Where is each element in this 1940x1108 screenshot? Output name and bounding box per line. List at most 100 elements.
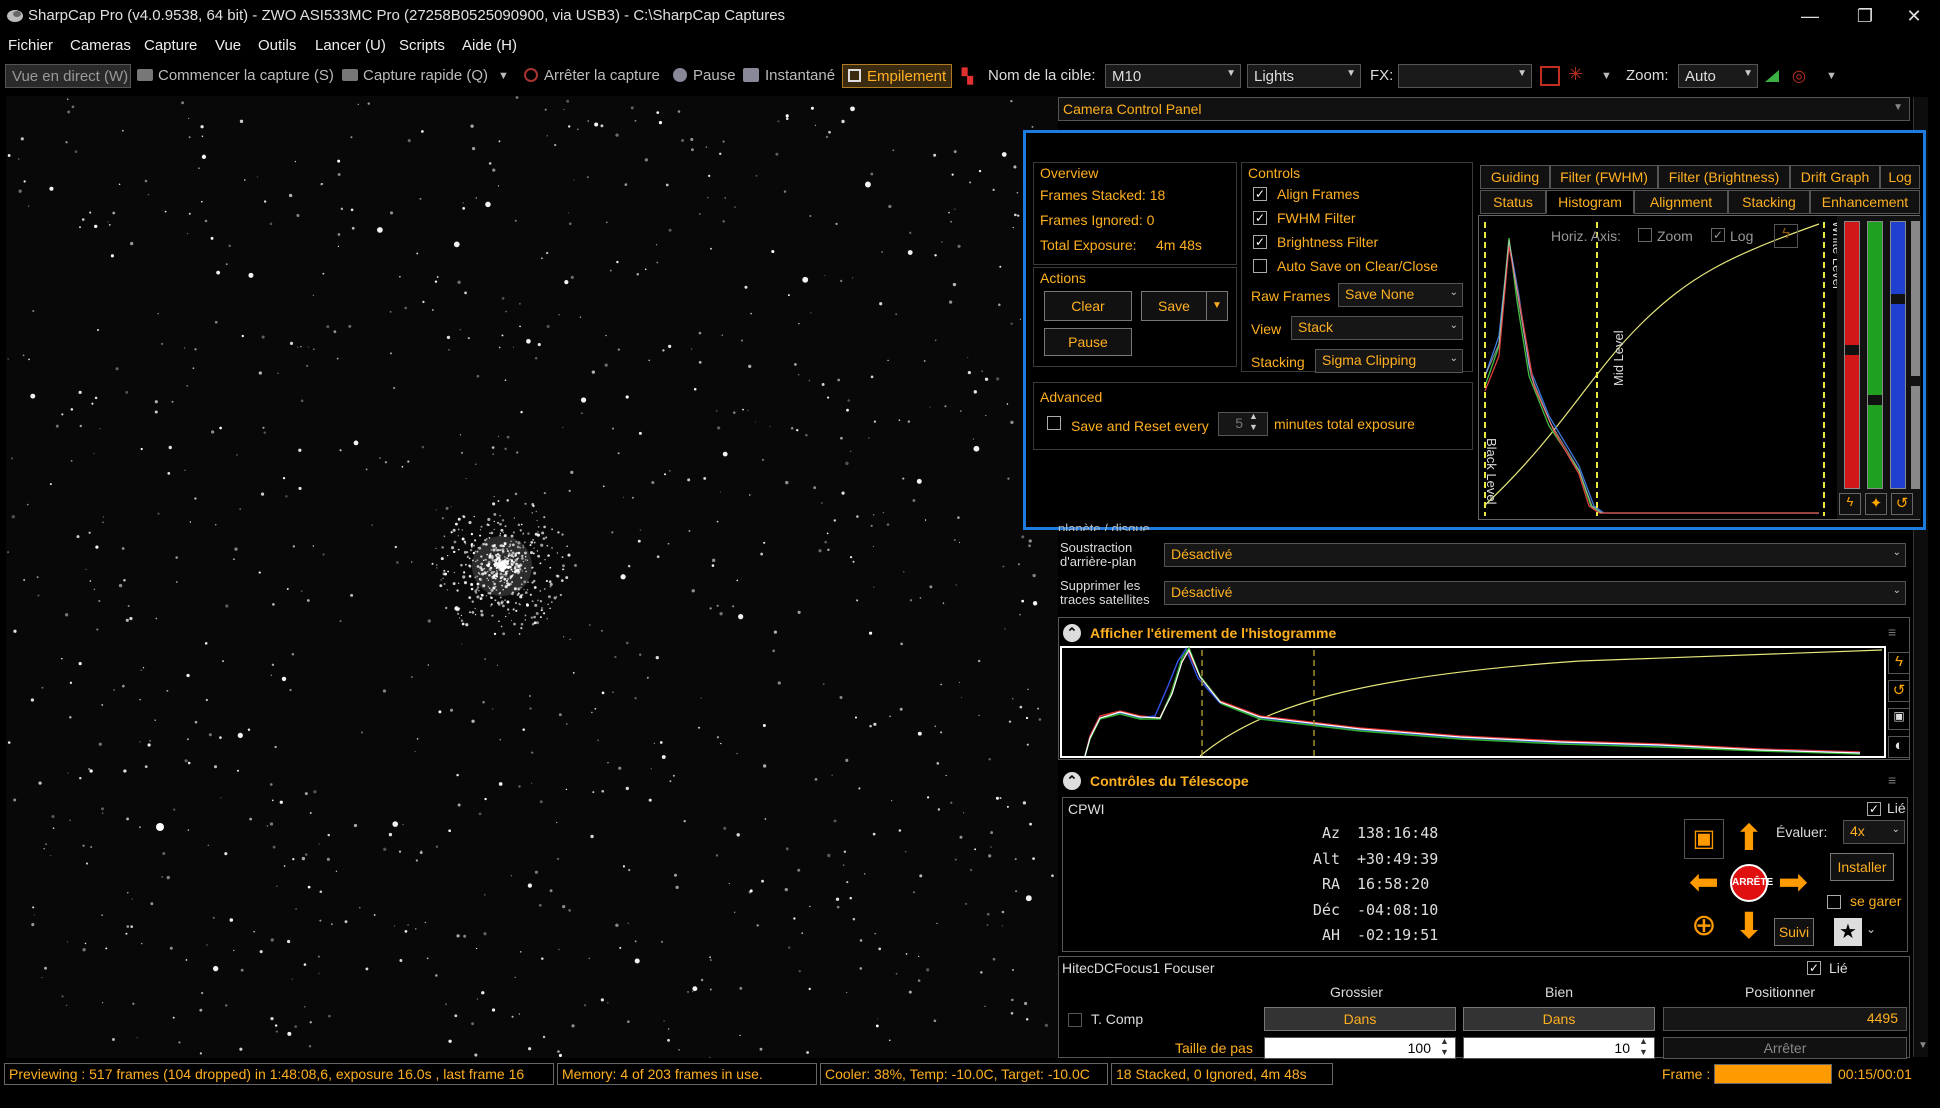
- crosshair-icon[interactable]: ✳: [1568, 64, 1583, 85]
- raw-frames-select[interactable]: Save None ⌄: [1338, 283, 1463, 307]
- rate-select[interactable]: 4x ⌄: [1843, 820, 1905, 844]
- save-dropdown-button[interactable]: ▼: [1206, 291, 1228, 321]
- tab-filter-fwhm[interactable]: Filter (FWHM): [1550, 165, 1658, 189]
- hist-zoom-checkbox[interactable]: [1638, 228, 1652, 242]
- bg-subtraction-select[interactable]: Désactivé ⌄: [1164, 543, 1906, 567]
- stack-histogram-panel[interactable]: Horiz. Axis: Zoom ✓ Log ϟ Black Level Mi…: [1478, 215, 1921, 520]
- coarse-step-spinner[interactable]: 100: [1264, 1037, 1456, 1059]
- chevron-down-icon[interactable]: ▼: [1826, 70, 1837, 82]
- position-input[interactable]: 4495: [1663, 1007, 1907, 1031]
- tab-enhancement[interactable]: Enhancement: [1810, 190, 1920, 214]
- fine-step-spinner[interactable]: 10: [1463, 1037, 1655, 1059]
- restore-button[interactable]: ❐: [1845, 4, 1885, 28]
- collapse-icon[interactable]: ⌃: [1063, 772, 1081, 790]
- align-frames-checkbox[interactable]: ✓: [1253, 187, 1267, 201]
- star-icon[interactable]: ★: [1834, 918, 1862, 946]
- focuser-stop-button[interactable]: Arrêter: [1663, 1037, 1907, 1059]
- scroll-down-icon[interactable]: ▼: [1918, 1040, 1928, 1051]
- frame-type-select[interactable]: Lights ▼: [1247, 64, 1361, 88]
- spinner-arrows-icon[interactable]: ▲ ▼: [1249, 411, 1258, 433]
- blue-level-slider[interactable]: [1890, 221, 1906, 489]
- tab-histogram[interactable]: Histogram: [1546, 190, 1634, 214]
- tab-stacking[interactable]: Stacking: [1728, 190, 1810, 214]
- close-button[interactable]: ✕: [1894, 4, 1934, 28]
- reset-icon[interactable]: ↺: [1891, 493, 1913, 515]
- fwhm-filter-checkbox[interactable]: ✓: [1253, 211, 1267, 225]
- menu-icon[interactable]: ≡: [1888, 772, 1896, 788]
- stacking-button[interactable]: Empilement: [842, 64, 952, 88]
- tab-log[interactable]: Log: [1880, 165, 1920, 189]
- sparkle-icon[interactable]: ✦: [1865, 493, 1887, 515]
- focuser-linked-checkbox[interactable]: ✓: [1807, 961, 1821, 975]
- chevron-down-icon[interactable]: ⌄: [1866, 922, 1876, 936]
- coarse-in-button[interactable]: Dans: [1264, 1007, 1456, 1031]
- tab-guiding[interactable]: Guiding: [1480, 165, 1550, 189]
- quick-capture-button[interactable]: Capture rapide (Q): [363, 67, 488, 84]
- move-north-button[interactable]: ⬆: [1729, 819, 1769, 859]
- stretch-reset-icon[interactable]: ↺: [1888, 680, 1910, 702]
- collapse-icon[interactable]: ⌃: [1063, 624, 1081, 642]
- save-reset-checkbox[interactable]: [1047, 416, 1061, 430]
- fx-select[interactable]: ▼: [1398, 64, 1532, 88]
- auto-level-icon[interactable]: ϟ: [1839, 493, 1861, 515]
- live-view-button[interactable]: Vue en direct (W): [5, 64, 131, 88]
- locate-target-icon[interactable]: ⊕: [1684, 907, 1724, 947]
- tab-status[interactable]: Status: [1480, 190, 1546, 214]
- auto-save-checkbox[interactable]: [1253, 259, 1267, 273]
- reticle-icon[interactable]: [1540, 66, 1560, 86]
- tcomp-checkbox[interactable]: [1068, 1013, 1082, 1027]
- menu-aide[interactable]: Aide (H): [462, 37, 517, 54]
- save-reset-spinner[interactable]: 5: [1218, 412, 1268, 436]
- stacking-mode-select[interactable]: Sigma Clipping ⌄: [1315, 349, 1463, 373]
- tab-drift-graph[interactable]: Drift Graph: [1790, 165, 1880, 189]
- spiral-search-icon[interactable]: ▣: [1684, 819, 1724, 859]
- camera-preview-image[interactable]: [6, 96, 1058, 1058]
- spinner-arrows-icon[interactable]: ▲ ▼: [1639, 1036, 1648, 1058]
- move-east-button[interactable]: ➡: [1773, 863, 1813, 903]
- tab-filter-brightness[interactable]: Filter (Brightness): [1658, 165, 1790, 189]
- menu-lancer[interactable]: Lancer (U): [315, 37, 386, 54]
- menu-scripts[interactable]: Scripts: [399, 37, 445, 54]
- menu-capture[interactable]: Capture: [144, 37, 197, 54]
- save-button[interactable]: Save: [1141, 291, 1207, 321]
- satellite-trails-select[interactable]: Désactivé ⌄: [1164, 581, 1906, 605]
- stretch-auto-icon[interactable]: ϟ: [1888, 652, 1910, 674]
- chevron-down-icon[interactable]: ▼: [1601, 70, 1612, 82]
- minimize-button[interactable]: —: [1790, 4, 1830, 28]
- stretch-save-icon[interactable]: ▣: [1888, 708, 1910, 730]
- stretch-invert-icon[interactable]: ◐: [1888, 736, 1910, 758]
- auto-stretch-icon[interactable]: ϟ: [1774, 224, 1798, 248]
- chevron-down-icon[interactable]: ▼: [498, 70, 509, 82]
- brightness-filter-checkbox[interactable]: ✓: [1253, 235, 1267, 249]
- menu-vue[interactable]: Vue: [215, 37, 241, 54]
- clear-button[interactable]: Clear: [1044, 291, 1132, 321]
- tracking-button[interactable]: Suivi: [1774, 918, 1814, 946]
- target-name-select[interactable]: M10 ▼: [1105, 64, 1241, 88]
- pause-button[interactable]: Pause: [693, 67, 736, 84]
- tab-alignment[interactable]: Alignment: [1634, 190, 1728, 214]
- menu-outils[interactable]: Outils: [258, 37, 296, 54]
- histogram-icon[interactable]: [1765, 70, 1779, 82]
- stop-slew-button[interactable]: ARRÊTE: [1730, 864, 1773, 902]
- menu-icon[interactable]: ≡: [1888, 624, 1896, 640]
- move-west-button[interactable]: ⬅: [1684, 863, 1724, 903]
- pause-stack-button[interactable]: Pause: [1044, 328, 1132, 356]
- camera-control-panel-header[interactable]: Camera Control Panel ▼: [1058, 97, 1910, 121]
- green-level-slider[interactable]: [1867, 221, 1883, 489]
- move-south-button[interactable]: ⬇: [1729, 907, 1769, 947]
- zoom-select[interactable]: Auto ▼: [1678, 64, 1758, 88]
- snapshot-button[interactable]: Instantané: [765, 67, 835, 84]
- view-select[interactable]: Stack ⌄: [1291, 316, 1463, 340]
- stop-capture-button[interactable]: Arrêter la capture: [544, 67, 660, 84]
- telescope-linked-checkbox[interactable]: ✓: [1867, 802, 1881, 816]
- fine-in-button[interactable]: Dans: [1463, 1007, 1655, 1031]
- menu-fichier[interactable]: Fichier: [8, 37, 53, 54]
- focus-icon[interactable]: ◎: [1792, 66, 1806, 86]
- red-level-slider[interactable]: [1844, 221, 1860, 489]
- luminance-level-slider[interactable]: [1911, 221, 1920, 489]
- hist-log-checkbox[interactable]: ✓: [1711, 228, 1725, 242]
- menu-cameras[interactable]: Cameras: [70, 37, 131, 54]
- park-checkbox[interactable]: [1827, 895, 1841, 909]
- install-button[interactable]: Installer: [1830, 853, 1894, 881]
- start-capture-button[interactable]: Commencer la capture (S): [158, 67, 334, 84]
